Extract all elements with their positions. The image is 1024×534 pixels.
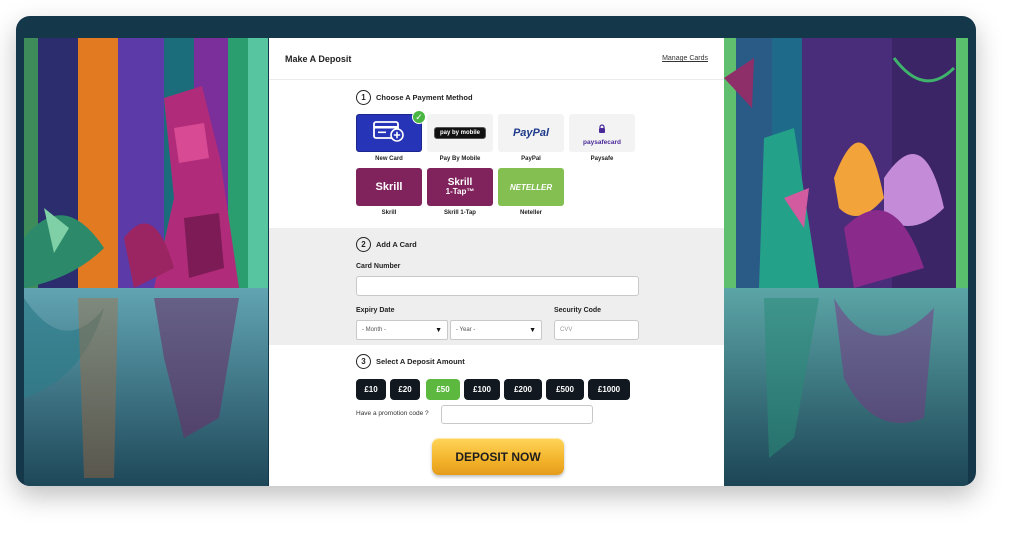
month-placeholder: - Month - bbox=[362, 327, 387, 333]
dropdown-arrow-icon: ▼ bbox=[529, 326, 536, 334]
neteller-tile: NETELLER bbox=[498, 168, 564, 206]
panel-header: Make A Deposit Manage Cards bbox=[269, 38, 724, 80]
card-number-input[interactable] bbox=[356, 276, 639, 296]
skrill-1-tap-logo-line2: 1-Tap™ bbox=[445, 187, 475, 196]
payment-method-skrill-1-tap[interactable]: Skrill 1-Tap™ Skrill 1-Tap bbox=[427, 168, 493, 216]
cvv-placeholder: CVV bbox=[560, 327, 573, 333]
security-code-input[interactable]: CVV bbox=[554, 320, 639, 340]
payment-method-caption: Skrill bbox=[381, 210, 397, 216]
payment-method-caption: PayPal bbox=[521, 156, 541, 162]
amount-20-button[interactable]: £20 bbox=[390, 379, 420, 400]
amount-500-button[interactable]: £500 bbox=[546, 379, 584, 400]
promo-code-input[interactable] bbox=[441, 405, 593, 424]
payment-method-pay-by-mobile[interactable]: pay by mobile Pay By Mobile bbox=[427, 114, 493, 162]
right-jungle-artwork bbox=[724, 38, 968, 486]
amount-1000-button[interactable]: £1000 bbox=[588, 379, 630, 400]
payment-method-caption: Neteller bbox=[519, 210, 542, 216]
neteller-logo: NETELLER bbox=[509, 182, 553, 192]
step-3-heading: 3 Select A Deposit Amount bbox=[356, 354, 465, 369]
step-number: 1 bbox=[356, 90, 371, 105]
payment-method-caption: Skrill 1-Tap bbox=[444, 210, 476, 216]
payment-method-paysafe[interactable]: paysafecard Paysafe bbox=[569, 114, 635, 162]
page-title: Make A Deposit bbox=[285, 54, 352, 64]
deposit-now-button[interactable]: DEPOSIT NOW bbox=[432, 438, 564, 475]
skrill-logo: Skrill bbox=[375, 181, 403, 193]
year-placeholder: - Year - bbox=[456, 327, 476, 333]
security-code-label: Security Code bbox=[554, 307, 602, 314]
amount-50-button[interactable]: £50 bbox=[426, 379, 460, 400]
amount-100-button[interactable]: £100 bbox=[464, 379, 500, 400]
expiry-year-select[interactable]: - Year - ▼ bbox=[450, 320, 542, 340]
manage-cards-link[interactable]: Manage Cards bbox=[662, 55, 708, 62]
dropdown-arrow-icon: ▼ bbox=[435, 326, 442, 334]
payment-method-new-card[interactable]: ✓ New Card bbox=[356, 110, 426, 162]
payment-method-neteller[interactable]: NETELLER Neteller bbox=[498, 168, 564, 216]
step-label: Select A Deposit Amount bbox=[376, 357, 465, 366]
app-window: Make A Deposit Manage Cards 1 Choose A P… bbox=[16, 16, 976, 486]
skrill-1-tap-tile: Skrill 1-Tap™ bbox=[427, 168, 493, 206]
paypal-tile: PayPal bbox=[498, 114, 564, 152]
card-number-label: Card Number bbox=[356, 263, 401, 270]
expiry-date-label: Expiry Date bbox=[356, 307, 395, 314]
amount-10-button[interactable]: £10 bbox=[356, 379, 386, 400]
step-number: 2 bbox=[356, 237, 371, 252]
lock-icon bbox=[597, 121, 607, 139]
promo-code-label: Have a promotion code ? bbox=[356, 410, 429, 417]
pay-by-mobile-tile: pay by mobile bbox=[427, 114, 493, 152]
paysafe-logo: paysafecard bbox=[583, 138, 621, 146]
amount-200-button[interactable]: £200 bbox=[504, 379, 542, 400]
payment-method-caption: Paysafe bbox=[590, 156, 614, 162]
pay-by-mobile-logo: pay by mobile bbox=[433, 127, 486, 139]
paypal-logo: PayPal bbox=[512, 127, 550, 139]
step-label: Choose A Payment Method bbox=[376, 93, 473, 102]
paysafe-tile: paysafecard bbox=[569, 114, 635, 152]
new-card-tile: ✓ bbox=[356, 110, 426, 152]
credit-card-add-icon bbox=[372, 119, 406, 148]
left-jungle-artwork bbox=[24, 38, 268, 486]
payment-method-caption: Pay By Mobile bbox=[439, 156, 481, 162]
payment-method-skrill[interactable]: Skrill Skrill bbox=[356, 168, 422, 216]
expiry-month-select[interactable]: - Month - ▼ bbox=[356, 320, 448, 340]
step-2-heading: 2 Add A Card bbox=[356, 237, 417, 252]
step-1-heading: 1 Choose A Payment Method bbox=[356, 90, 473, 105]
skrill-tile: Skrill bbox=[356, 168, 422, 206]
selected-check-icon: ✓ bbox=[412, 110, 426, 124]
step-label: Add A Card bbox=[376, 240, 417, 249]
step-number: 3 bbox=[356, 354, 371, 369]
payment-method-caption: New Card bbox=[375, 156, 403, 162]
deposit-panel: Make A Deposit Manage Cards 1 Choose A P… bbox=[269, 38, 724, 486]
payment-method-paypal[interactable]: PayPal PayPal bbox=[498, 114, 564, 162]
